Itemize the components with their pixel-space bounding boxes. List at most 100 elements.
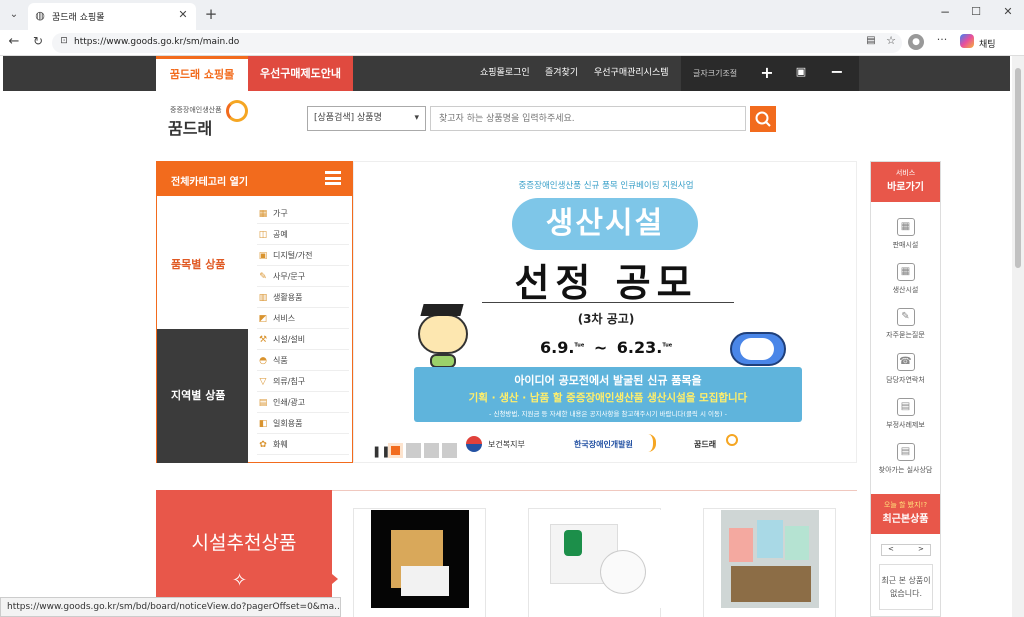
rail-item[interactable]: ▦ 생산시설 (871, 263, 940, 295)
category-item[interactable]: ▦ 가구 (257, 203, 349, 224)
recommend-title: 시설추천상품 (191, 532, 297, 554)
back-icon[interactable]: ← (6, 34, 22, 49)
by-region-section[interactable]: 지역별 상품 (157, 329, 248, 463)
minimize-icon[interactable]: − (936, 5, 954, 19)
url-box[interactable]: ⊡ https://www.goods.go.kr/sm/main.do ▤ ☆ (52, 33, 902, 53)
banner-line1: 아이디어 공모전에서 발굴된 신규 품목을 (514, 374, 702, 387)
rail-item[interactable]: ▦ 판매시설 (871, 218, 940, 250)
maximize-icon[interactable]: ☐ (967, 5, 985, 18)
rail-item[interactable]: ▤ 찾아가는 실사상담 (871, 443, 940, 475)
recommend-arrow-icon[interactable] (332, 574, 338, 584)
category-item[interactable]: ✿ 화훼 (257, 434, 349, 455)
rail-item[interactable]: ✎ 자주묻는질문 (871, 308, 940, 340)
graduation-cap-icon (420, 304, 464, 316)
search-button[interactable] (750, 106, 776, 132)
rail-item-label: 부정사례제보 (886, 421, 925, 429)
recent-header-small: 오늘 할 봤지!? (883, 501, 928, 509)
font-plus-icon[interactable]: + (759, 63, 775, 82)
font-reset-icon[interactable]: ▣ (793, 65, 809, 78)
pack-badge-icon (564, 530, 582, 556)
product-image-2 (530, 510, 661, 608)
slide-dot-2[interactable] (406, 443, 421, 458)
recent-empty: 최근 본 상품이 없습니다. (881, 576, 931, 598)
page-scrollbar[interactable] (1012, 56, 1024, 617)
category-item[interactable]: ▽ 의류/침구 (257, 371, 349, 392)
font-size-controls: 글자크기조절 + ▣ − (681, 56, 859, 91)
category-item-icon: ◧ (258, 419, 268, 429)
top-nav: 꿈드래 쇼핑몰 우선구매제도안내 쇼핑몰로그인 즐겨찾기 우선구매관리시스템 글… (3, 56, 1010, 91)
date-start: 6.9. (540, 338, 575, 357)
category-header[interactable]: 전체카테고리 열기 (157, 162, 352, 196)
banner-blue-box: 아이디어 공모전에서 발굴된 신규 품목을 기획 · 생산 · 납품 할 중증장… (414, 367, 802, 422)
tab-shop[interactable]: 꿈드래 쇼핑몰 (156, 56, 248, 91)
banner-dates: 6.9.Tue ~ 6.23.Tue (540, 338, 710, 357)
nav-priority-system[interactable]: 우선구매관리시스템 (594, 56, 669, 91)
category-item[interactable]: ▤ 인쇄/광고 (257, 392, 349, 413)
rail-item-icon: ▤ (896, 398, 915, 416)
category-item[interactable]: ◓ 식품 (257, 350, 349, 371)
site-logo[interactable]: 중증장애인생산품 꿈드래 (168, 98, 252, 138)
box-mint-shape (785, 526, 809, 560)
rail-item-label: 찾아가는 실사상담 (878, 466, 933, 474)
category-item[interactable]: ✎ 사무/문구 (257, 266, 349, 287)
by-item-section[interactable]: 품목별 상품 (157, 196, 248, 329)
kodd-logo-icon (648, 434, 656, 452)
date-end-day: Tue (662, 342, 673, 349)
product-card-2[interactable] (528, 508, 661, 617)
new-tab-icon[interactable]: + (202, 5, 220, 23)
chat-label[interactable]: 채팅 (979, 37, 996, 50)
product-card-1[interactable] (353, 508, 486, 617)
product-image-1 (371, 510, 469, 608)
category-item-label: 서비스 (273, 314, 296, 323)
category-item[interactable]: ◫ 공예 (257, 224, 349, 245)
category-item[interactable]: ◧ 일회용품 (257, 413, 349, 434)
more-icon[interactable]: ··· (934, 33, 950, 46)
slide-dot-1[interactable] (388, 443, 403, 458)
scrollbar-thumb[interactable] (1015, 68, 1021, 268)
search-icon (755, 111, 771, 127)
rail-item-icon: ☎ (896, 353, 915, 371)
tab-list-icon[interactable]: ⌄ (6, 7, 22, 23)
favorite-icon[interactable]: ☆ (884, 34, 898, 47)
url-text: https://www.goods.go.kr/sm/main.do (74, 37, 240, 47)
copilot-icon[interactable] (960, 34, 974, 48)
slide-dot-3[interactable] (424, 443, 439, 458)
banner-title1: 생산시설 (545, 206, 665, 241)
tab-guide[interactable]: 우선구매제도안내 (248, 56, 353, 91)
recent-prev[interactable]: < (888, 545, 894, 553)
product-card-3[interactable] (703, 508, 836, 617)
box-blue-shape (757, 520, 783, 558)
category-item[interactable]: ◩ 서비스 (257, 308, 349, 329)
rail-item-label: 판매시설 (892, 241, 919, 249)
mascot-left-body (430, 354, 456, 368)
font-minus-icon[interactable]: − (829, 62, 845, 81)
reader-icon[interactable]: ▤ (864, 35, 878, 46)
profile-avatar[interactable]: ● (908, 34, 924, 50)
search-type-select[interactable]: [상품검색] 상품명 ▾ (307, 106, 426, 131)
rail-item[interactable]: ▤ 부정사례제보 (871, 398, 940, 430)
rail-item[interactable]: ☎ 담당자연락처 (871, 353, 940, 385)
nav-login[interactable]: 쇼핑몰로그인 (480, 56, 530, 91)
category-item-icon: ◫ (258, 230, 268, 240)
banner-title1-box: 생산시설 (512, 198, 698, 250)
category-item[interactable]: ▥ 생활용품 (257, 287, 349, 308)
site-info-icon[interactable]: ⊡ (58, 36, 70, 46)
category-item-label: 의류/침구 (273, 377, 306, 386)
nav-favorites[interactable]: 즐겨찾기 (545, 56, 578, 91)
slide-dot-4[interactable] (442, 443, 457, 458)
recent-next[interactable]: > (918, 545, 924, 553)
close-tab-icon[interactable]: ✕ (176, 8, 190, 21)
category-item-label: 가구 (273, 209, 288, 218)
search-input[interactable] (430, 106, 746, 131)
browser-tab[interactable]: ◍ 꿈드래 쇼핑몰 ✕ (28, 3, 196, 30)
date-start-day: Tue (574, 342, 585, 349)
category-item-icon: ▥ (258, 293, 268, 303)
category-item[interactable]: ▣ 디지털/가전 (257, 245, 349, 266)
main-banner[interactable]: 중증장애인생산품 신규 품목 인큐베이팅 지원사업 생산시설 선정 공모 (3차… (353, 161, 857, 463)
reload-icon[interactable]: ↻ (30, 34, 46, 48)
close-window-icon[interactable]: ✕ (999, 5, 1017, 18)
mascot-right (726, 324, 792, 368)
tab-shop-label: 꿈드래 쇼핑몰 (169, 68, 235, 81)
category-item-label: 화훼 (273, 440, 288, 449)
category-item[interactable]: ⚒ 시설/설비 (257, 329, 349, 350)
